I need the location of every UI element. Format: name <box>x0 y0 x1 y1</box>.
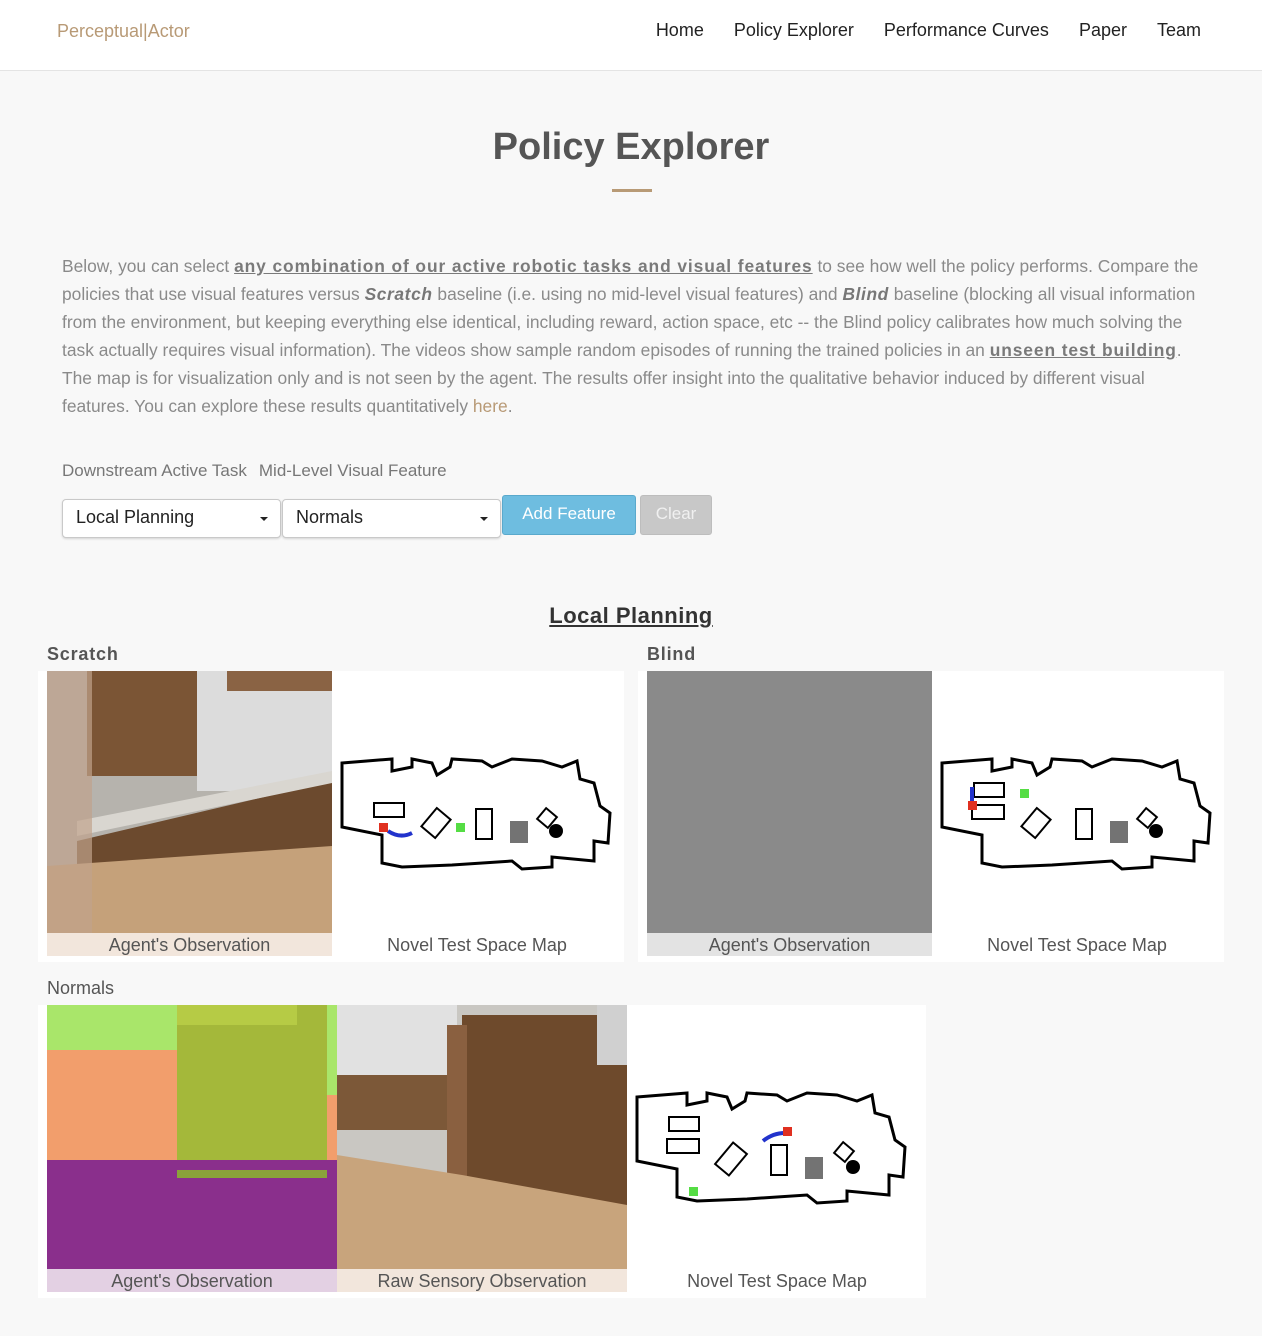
blind-observation-caption: Agent's Observation <box>647 933 932 956</box>
feature-select-value: Normals <box>296 507 364 527</box>
clear-button[interactable]: Clear <box>640 495 712 535</box>
normals-map-caption: Novel Test Space Map <box>687 1271 867 1291</box>
task-select[interactable]: Local Planning <box>62 499 281 538</box>
nav-link-paper[interactable]: Paper <box>1079 20 1127 41</box>
caret-down-icon <box>480 517 488 521</box>
blind-label: Blind <box>647 644 696 664</box>
feature-select[interactable]: Normals <box>282 499 501 538</box>
nav-link-home[interactable]: Home <box>656 20 704 41</box>
normals-map-image <box>627 1005 917 1269</box>
floor-plan-map <box>340 757 612 871</box>
nav-link-team[interactable]: Team <box>1157 20 1201 41</box>
normals-observation-caption: Agent's Observation <box>47 1269 337 1292</box>
title-divider <box>612 189 652 192</box>
nav-links: Home Policy Explorer Performance Curves … <box>656 20 1201 41</box>
blind-observation-image <box>647 671 932 933</box>
task-select-value: Local Planning <box>76 507 195 527</box>
floor-plan-map <box>940 757 1212 871</box>
brand-logo[interactable]: Perceptual|Actor <box>57 21 190 42</box>
intro-text: Below, you can select <box>62 256 235 276</box>
control-labels: Downstream Active Task Mid-Level Visual … <box>62 461 447 481</box>
nav-link-performance-curves[interactable]: Performance Curves <box>884 20 1049 41</box>
blind-map-caption: Novel Test Space Map <box>987 935 1167 955</box>
scratch-map-image <box>332 671 617 933</box>
page-title: Policy Explorer <box>492 126 770 168</box>
feature-select-label: Mid-Level Visual Feature <box>258 461 447 480</box>
task-results-title: Local Planning <box>549 603 713 628</box>
nav-link-policy-explorer[interactable]: Policy Explorer <box>734 20 854 41</box>
unseen-building-link[interactable]: unseen test building <box>990 340 1177 360</box>
kitchen-scene <box>47 671 332 933</box>
task-select-label: Downstream Active Task <box>62 461 247 480</box>
here-link[interactable]: here <box>473 396 508 416</box>
surface-normals-render <box>47 1005 337 1269</box>
normals-observation-image <box>47 1005 337 1269</box>
scratch-map-caption: Novel Test Space Map <box>387 935 567 955</box>
normals-label: Normals <box>47 978 115 998</box>
intro-text: . <box>507 396 513 416</box>
navbar: Perceptual|Actor Home Policy Explorer Pe… <box>0 0 1262 71</box>
add-feature-button[interactable]: Add Feature <box>502 495 636 535</box>
caret-down-icon <box>260 517 268 521</box>
scratch-label: Scratch <box>47 644 119 664</box>
scratch-observation-image <box>47 671 332 933</box>
scratch-term: Scratch <box>364 284 433 304</box>
floor-plan-map <box>635 1091 907 1205</box>
blind-term: Blind <box>842 284 889 304</box>
scratch-observation-caption: Agent's Observation <box>47 933 332 956</box>
raw-sensory-observation-image <box>337 1005 627 1269</box>
blind-map-image <box>932 671 1217 933</box>
intro-paragraph: Below, you can select any combination of… <box>62 252 1202 420</box>
raw-sensory-caption: Raw Sensory Observation <box>337 1269 627 1292</box>
intro-text: baseline (i.e. using no mid-level visual… <box>432 284 843 304</box>
kitchen-scene <box>337 1005 627 1269</box>
combination-link[interactable]: any combination of our active robotic ta… <box>234 256 813 276</box>
